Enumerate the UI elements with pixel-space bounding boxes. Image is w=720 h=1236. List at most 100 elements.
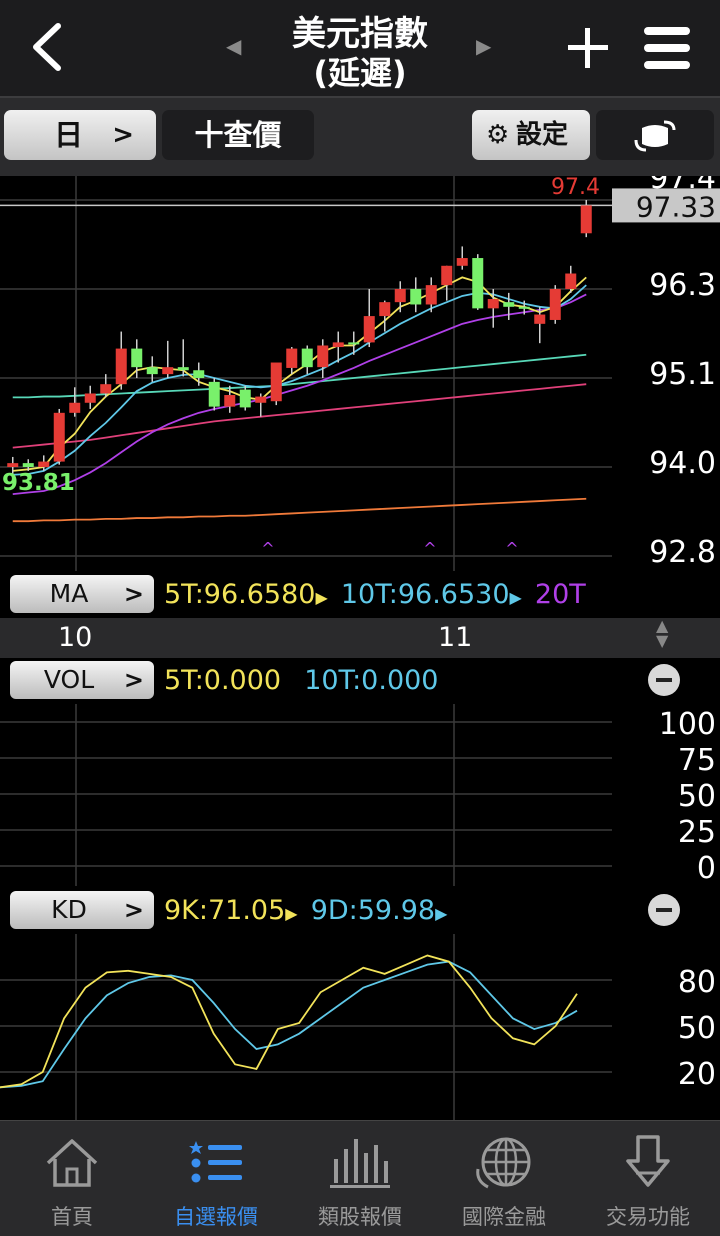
period-label: 日 — [54, 118, 84, 152]
bars-icon — [330, 1139, 390, 1188]
ma20-value: 20T — [534, 579, 586, 610]
header-bar: ◀ 美元指數 (延遲) ▶ — [0, 0, 720, 96]
kd-axis-label: 80 — [678, 965, 716, 1000]
candle-body — [22, 463, 34, 467]
ma-button[interactable]: MA > — [10, 575, 154, 613]
vol-indicator-bar: VOL > 5T:0.000 10T:0.000 — [0, 658, 720, 704]
volume-axis-label: 50 — [678, 779, 716, 814]
chevron-right-icon: > — [123, 896, 144, 924]
ma-values: 5T:96.6580▶ 10T:96.6530▶ 20T — [164, 579, 586, 610]
nav-item-international[interactable]: 國際金融 — [432, 1121, 576, 1236]
nav-label: 交易功能 — [606, 1205, 690, 1229]
k-value: 9K:71.05 — [164, 895, 286, 926]
nav-label: 自選報價 — [174, 1205, 258, 1229]
candle-body — [224, 395, 236, 407]
ma5-line — [12, 276, 587, 472]
resize-handle-icon[interactable]: ▲ ▼ — [656, 618, 668, 649]
d-value: 9D:59.98 — [310, 895, 436, 926]
list-icon — [189, 1141, 242, 1183]
volume-axis-label: 75 — [678, 743, 716, 778]
date-axis: 10 11 ▲ ▼ — [0, 618, 720, 658]
candle-body — [255, 396, 267, 403]
volume-chart[interactable]: 1007550250 — [0, 704, 720, 886]
event-marker: ^ — [505, 539, 518, 558]
plus-icon — [568, 28, 608, 68]
candle-body — [379, 302, 391, 317]
remove-kd-button[interactable] — [648, 894, 680, 926]
toolbar: 日 > 十查價 ⚙ 設定 — [0, 96, 720, 176]
nav-item-sector[interactable]: 類股報價 — [288, 1121, 432, 1236]
candle-body — [146, 367, 158, 375]
hamburger-icon — [644, 27, 690, 69]
period-button[interactable]: 日 > — [4, 110, 156, 160]
vol-button[interactable]: VOL > — [10, 661, 154, 699]
nav-label: 國際金融 — [462, 1205, 546, 1229]
candle-body — [332, 342, 344, 348]
price-axis-label: 95.1 — [649, 357, 716, 392]
home-icon — [46, 1139, 98, 1187]
event-marker: ^ — [261, 539, 274, 558]
low-label: 93.81 — [2, 470, 75, 496]
nav-item-watchlist[interactable]: 自選報價 — [144, 1121, 288, 1236]
candle-body — [503, 302, 515, 307]
kd-axis-label: 50 — [678, 1011, 716, 1046]
date-label: 10 — [58, 622, 93, 653]
candle-body — [441, 265, 453, 286]
candle-body — [208, 381, 220, 407]
candle-body — [162, 367, 174, 375]
candle-body — [549, 289, 561, 320]
ma240-line — [12, 497, 587, 523]
candle-body — [301, 348, 313, 368]
remove-vol-button[interactable] — [648, 664, 680, 696]
kd-chart[interactable]: 80 50 20 — [0, 934, 720, 1120]
query-price-button[interactable]: 十查價 — [162, 110, 314, 160]
menu-button[interactable] — [644, 24, 690, 72]
candle-body — [363, 316, 375, 343]
candle-body — [7, 463, 19, 467]
candle-body — [394, 289, 406, 303]
ma5-value: 5T:96.6580 — [164, 579, 316, 610]
candle-body — [317, 345, 329, 368]
chevron-right-icon: > — [112, 120, 134, 150]
price-axis-label: 92.8 — [649, 535, 716, 570]
nav-label: 首頁 — [51, 1205, 93, 1229]
rotate-icon — [634, 120, 676, 152]
candle-body — [565, 273, 577, 289]
settings-label: 設定 — [516, 120, 569, 150]
rotate-button[interactable] — [596, 110, 714, 160]
candle-body — [487, 299, 499, 309]
candle-body — [115, 348, 127, 385]
candle-body — [348, 342, 360, 345]
kd-indicator-bar: KD > 9K:71.05▶ 9D:59.98▶ — [0, 888, 720, 934]
gear-icon: ⚙ — [486, 120, 510, 150]
candle-body — [472, 258, 484, 309]
candle-body — [193, 370, 205, 378]
price-chart[interactable]: ^ ^ ^97.493.8197.496.395.194.092.897.33 — [0, 176, 720, 571]
nav-item-home[interactable]: 首頁 — [0, 1121, 144, 1236]
add-button[interactable] — [566, 26, 610, 70]
bottom-nav: 首頁 自選報價 類股報價 國際金融 交易功能 — [0, 1120, 720, 1236]
k-line — [0, 954, 578, 1089]
settings-button[interactable]: ⚙ 設定 — [472, 110, 590, 160]
kd-button-label: KD — [51, 895, 87, 924]
ma10-value: 10T:96.6530 — [340, 579, 510, 610]
chevron-right-icon: > — [123, 666, 144, 694]
vol-button-label: VOL — [43, 665, 95, 694]
candle-body — [38, 461, 50, 467]
page-subtitle: (延遲) — [313, 54, 407, 92]
kd-values: 9K:71.05▶ 9D:59.98▶ — [164, 895, 448, 926]
next-item-button[interactable]: ▶ — [476, 34, 491, 58]
candle-body — [425, 285, 437, 305]
nav-item-trade[interactable]: 交易功能 — [576, 1121, 720, 1236]
kd-button[interactable]: KD > — [10, 891, 154, 929]
volume-axis-label: 25 — [678, 815, 716, 850]
date-label: 11 — [438, 622, 473, 653]
event-marker: ^ — [423, 539, 436, 558]
candle-body — [410, 289, 422, 305]
candle-body — [580, 205, 592, 234]
candle-body — [53, 412, 65, 462]
candle-body — [518, 306, 530, 309]
candle-body — [534, 314, 546, 324]
current-price-label: 97.33 — [636, 190, 716, 223]
candle-body — [84, 393, 96, 403]
